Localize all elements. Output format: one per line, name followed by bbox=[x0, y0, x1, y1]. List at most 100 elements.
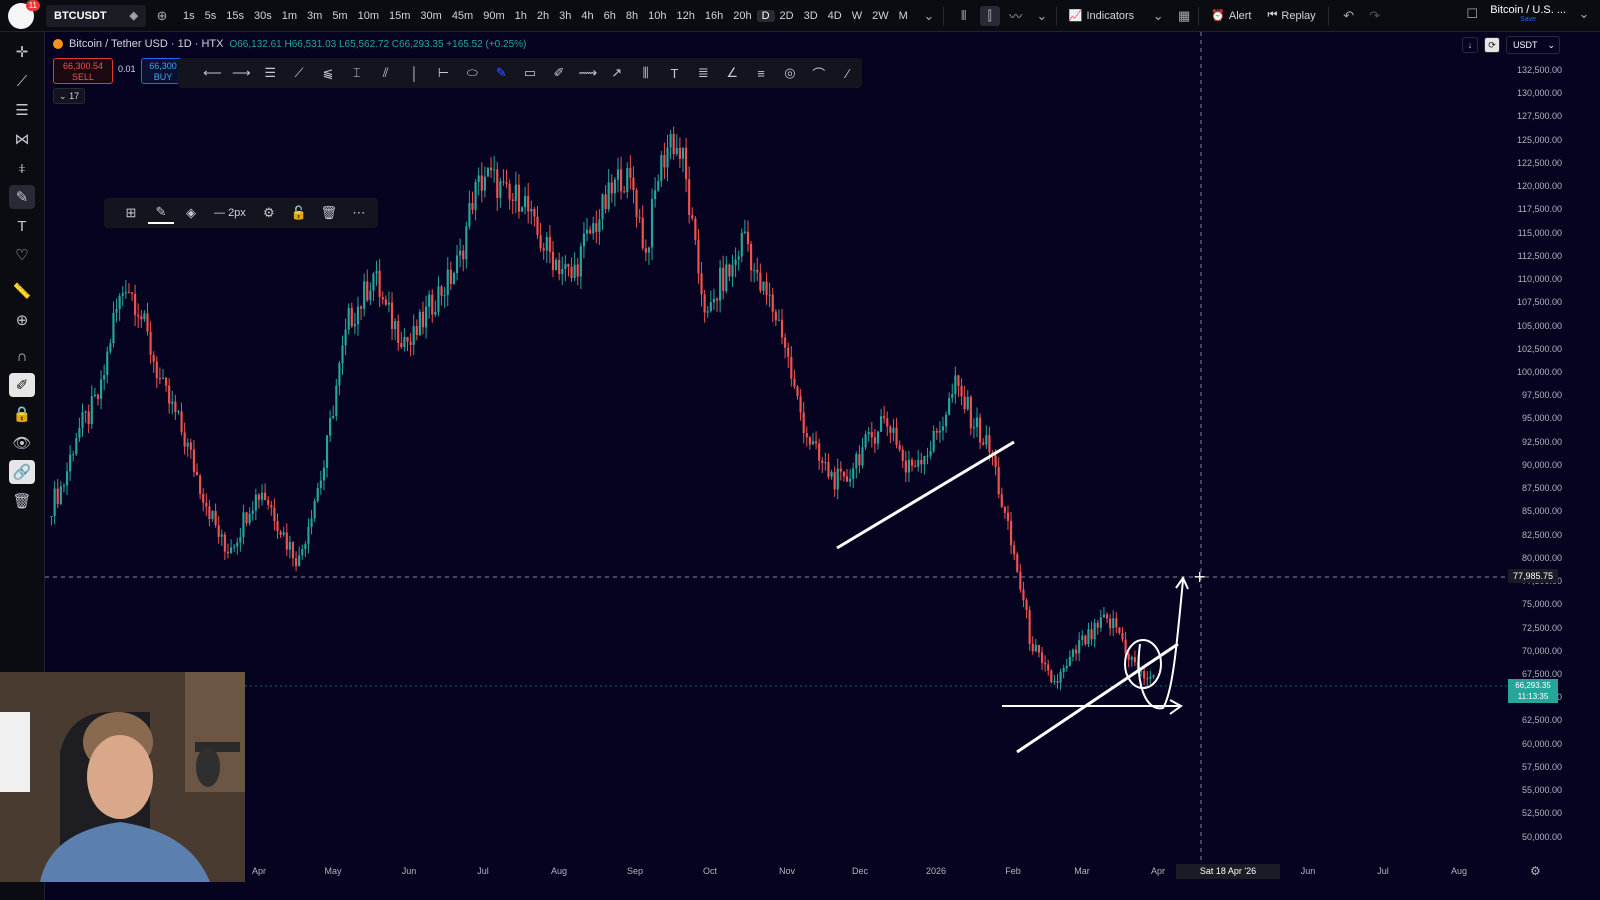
magnet-icon[interactable]: ∩ bbox=[9, 344, 35, 368]
highlighter-icon[interactable]: ✐ bbox=[545, 61, 574, 85]
sell-button[interactable]: 66,300.54 SELL bbox=[53, 58, 113, 84]
time-axis[interactable]: Aug Jul Jun May Apr Mar Feb 2026 Dec Nov Oct Sep Aug… bbox=[45, 862, 1508, 882]
interval-2w[interactable]: 2W bbox=[867, 10, 894, 22]
symbol-search[interactable]: BTCUSDT ◈ bbox=[46, 4, 146, 27]
interval-8h[interactable]: 8h bbox=[621, 10, 643, 22]
interval-45m[interactable]: 45m bbox=[447, 10, 478, 22]
crosshair-icon[interactable]: ✛ bbox=[9, 40, 35, 64]
replay-button[interactable]: ⏮ Replay bbox=[1260, 9, 1324, 22]
indicators-button[interactable]: 📈 Indicators bbox=[1061, 9, 1142, 23]
interval-90m[interactable]: 90m bbox=[478, 10, 509, 22]
settings-icon[interactable]: ⚙ bbox=[256, 202, 282, 224]
fib-channel-icon[interactable]: ≣ bbox=[689, 61, 718, 85]
angle-icon[interactable]: ∠ bbox=[718, 61, 747, 85]
fullscreen-checkbox-icon[interactable]: ☐ bbox=[1462, 4, 1482, 24]
interval-4h[interactable]: 4h bbox=[576, 10, 598, 22]
vertical-line-icon[interactable]: │ bbox=[400, 61, 429, 85]
indicators-collapse-button[interactable]: ⌄ 17 bbox=[53, 88, 86, 104]
compare-add-icon[interactable]: ⊕ bbox=[152, 6, 172, 26]
vertical-measure-icon[interactable]: ⌶ bbox=[342, 61, 371, 85]
heart-icon[interactable]: ♡ bbox=[9, 243, 35, 267]
trash-icon[interactable]: 🗑 bbox=[316, 202, 342, 224]
parallel-channel-icon[interactable]: ☰ bbox=[256, 61, 285, 85]
price-chart[interactable]: + bbox=[45, 32, 1508, 877]
interval-1h[interactable]: 1h bbox=[510, 10, 532, 22]
ruler-icon[interactable]: 📏 bbox=[9, 279, 35, 303]
templates-icon[interactable]: ▦ bbox=[1174, 6, 1194, 26]
interval-2h[interactable]: 2h bbox=[532, 10, 554, 22]
alert-button[interactable]: ⏰ Alert bbox=[1203, 9, 1259, 23]
indicators-dropdown-icon[interactable]: ⌄ bbox=[1148, 6, 1168, 26]
gann-icon[interactable]: ≡ bbox=[747, 61, 776, 85]
line-width-control[interactable]: — 2px bbox=[208, 207, 252, 219]
chart-type-dropdown-icon[interactable]: ⌄ bbox=[1032, 6, 1052, 26]
templates-icon[interactable]: ⊞ bbox=[118, 202, 144, 224]
stay-in-drawing-mode-icon[interactable]: ✐ bbox=[9, 373, 35, 397]
refresh-icon[interactable]: ⟳ bbox=[1484, 37, 1500, 53]
interval-3h[interactable]: 3h bbox=[554, 10, 576, 22]
interval-6h[interactable]: 6h bbox=[599, 10, 621, 22]
fib-icon[interactable]: ⫽ bbox=[371, 61, 400, 85]
interval-1m[interactable]: 1m bbox=[277, 10, 302, 22]
prediction-icon[interactable]: ⧧ bbox=[9, 156, 35, 180]
ellipse-icon[interactable]: ⬭ bbox=[458, 61, 487, 85]
interval-30s[interactable]: 30s bbox=[249, 10, 277, 22]
trend-line-icon[interactable]: ⟋ bbox=[9, 69, 35, 93]
more-icon[interactable]: ⋯ bbox=[346, 202, 372, 224]
chart-settings-icon[interactable]: ⚙ bbox=[1530, 864, 1541, 878]
trend-line-icon[interactable]: ⟋ bbox=[285, 61, 314, 85]
arrow-icon[interactable]: ↗ bbox=[602, 61, 631, 85]
path-icon[interactable]: ⟿ bbox=[573, 61, 602, 85]
ray-icon[interactable]: ⟵ bbox=[198, 61, 227, 85]
interval-15s[interactable]: 15s bbox=[221, 10, 249, 22]
interval-20h[interactable]: 20h bbox=[728, 10, 756, 22]
app-logo[interactable]: 11 bbox=[8, 0, 40, 29]
interval-w[interactable]: W bbox=[847, 10, 867, 22]
interval-d[interactable]: D bbox=[756, 9, 775, 22]
rectangle-icon[interactable]: ▭ bbox=[516, 61, 545, 85]
price-axis[interactable]: 132,500.00 130,000.00 127,500.00 125,000.00… bbox=[1508, 32, 1568, 877]
redo-icon[interactable]: ↷ bbox=[1365, 6, 1385, 26]
curve-icon[interactable]: ⌒ bbox=[804, 61, 833, 85]
interval-15m[interactable]: 15m bbox=[384, 10, 415, 22]
interval-10h[interactable]: 10h bbox=[643, 10, 671, 22]
trash-icon[interactable]: 🗑 bbox=[9, 489, 35, 513]
interval-dropdown-icon[interactable]: ⌄ bbox=[919, 6, 939, 26]
date-range-icon[interactable]: ⊢ bbox=[429, 61, 458, 85]
interval-5s[interactable]: 5s bbox=[200, 10, 222, 22]
layout-name[interactable]: Bitcoin / U.S. ... Save bbox=[1490, 5, 1566, 24]
text-icon[interactable]: T bbox=[660, 61, 689, 85]
circle-icon[interactable]: ◎ bbox=[776, 61, 805, 85]
link-icon[interactable]: 🔗 bbox=[9, 460, 35, 484]
undo-icon[interactable]: ↶ bbox=[1339, 6, 1359, 26]
download-icon[interactable]: ↓ bbox=[1462, 37, 1478, 53]
fib-retracement-icon[interactable]: ☰ bbox=[9, 98, 35, 122]
interval-1s[interactable]: 1s bbox=[178, 10, 200, 22]
chart-pane[interactable]: + bbox=[45, 32, 1508, 877]
interval-3d[interactable]: 3D bbox=[799, 10, 823, 22]
legend-title[interactable]: Bitcoin / Tether USD · 1D · HTX bbox=[69, 38, 223, 50]
bars-pattern-icon[interactable]: ⫼ bbox=[631, 61, 660, 85]
interval-3m[interactable]: 3m bbox=[302, 10, 327, 22]
fill-color-icon[interactable]: ◈ bbox=[178, 202, 204, 224]
eye-icon[interactable]: 👁 bbox=[9, 431, 35, 455]
line-color-icon[interactable]: ✎ bbox=[148, 202, 174, 224]
interval-2d[interactable]: 2D bbox=[775, 10, 799, 22]
unlock-icon[interactable]: 🔓 bbox=[286, 202, 312, 224]
horizontal-ray-icon[interactable]: ⟶ bbox=[227, 61, 256, 85]
text-icon[interactable]: T bbox=[9, 214, 35, 238]
zoom-in-icon[interactable]: ⊕ bbox=[9, 308, 35, 332]
lock-icon[interactable]: 🔒 bbox=[9, 402, 35, 426]
currency-select[interactable]: USDT ⌄ bbox=[1506, 36, 1560, 54]
interval-16h[interactable]: 16h bbox=[700, 10, 728, 22]
interval-m[interactable]: M bbox=[894, 10, 913, 22]
bar-style-icon[interactable]: ⫴ bbox=[954, 6, 974, 26]
interval-4d[interactable]: 4D bbox=[823, 10, 847, 22]
interval-12h[interactable]: 12h bbox=[671, 10, 699, 22]
interval-5m[interactable]: 5m bbox=[327, 10, 352, 22]
brush-icon[interactable]: ✎ bbox=[487, 61, 516, 85]
interval-30m[interactable]: 30m bbox=[415, 10, 446, 22]
pitchfork-icon[interactable]: ⫹ bbox=[314, 61, 343, 85]
brush-icon[interactable]: ✎ bbox=[9, 185, 35, 209]
layout-dropdown-icon[interactable]: ⌄ bbox=[1574, 4, 1594, 24]
